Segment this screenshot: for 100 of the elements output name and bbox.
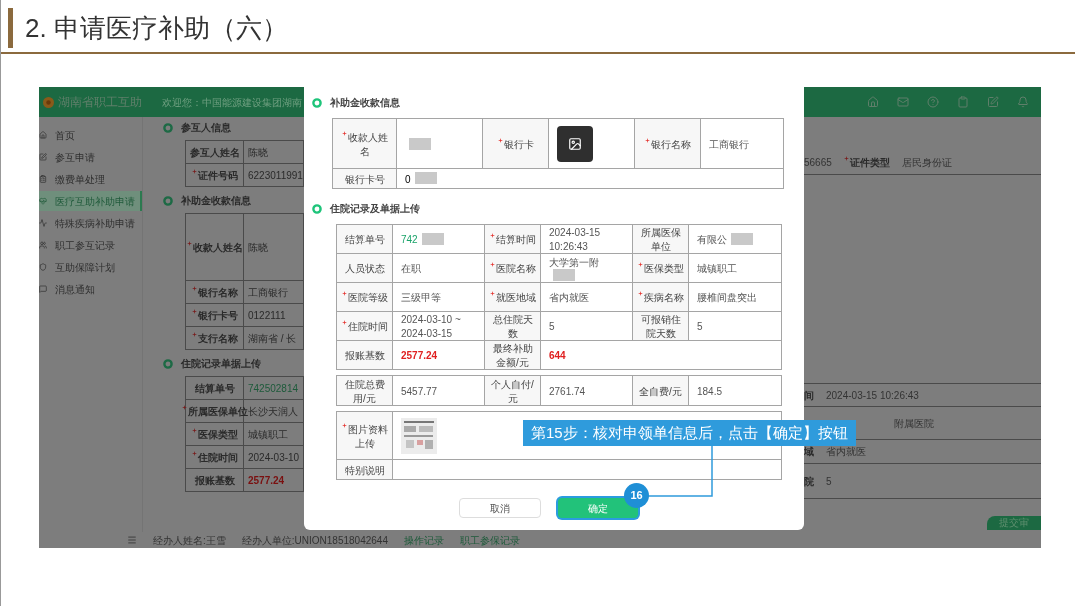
section-title: 住院记录及单据上传 [330,202,420,216]
required-icon [489,291,495,296]
field-value: 工商银行 [248,285,288,300]
field-label: 医保类型 [637,263,684,274]
section-dot-icon [312,97,322,108]
field-label: 可报销住院天数 [640,314,681,339]
required-icon [191,427,197,433]
required-icon [181,404,187,410]
field-label: 住院时间 [341,321,388,332]
sidebar-item[interactable]: 职工参互记录 [39,235,142,255]
welcome-text: 欢迎您：中国能源建设集团湖南 [162,95,302,110]
field-value: 742 [401,234,418,245]
confirm-button[interactable]: 确定 [558,498,638,518]
field-label: 参互人姓名 [189,145,240,160]
field-value: 184.5 [697,385,723,397]
title-accent-bar [8,8,13,48]
section-title: 补助金收款信息 [330,96,400,110]
field-label: 医院等级 [341,292,388,303]
field-value: 2761.74 [549,385,586,397]
field-label: 结算时间 [489,234,536,245]
sidebar-item[interactable]: 特殊疾病补助申请 [39,213,142,233]
field-value: 5457.77 [401,385,438,397]
required-icon [637,262,643,267]
section-title: 参互人信息 [181,121,231,135]
required-icon [341,130,347,136]
field-label: 银行卡号 [344,173,385,185]
field-value: 2024-03-10 [248,450,300,465]
required-icon [497,137,503,143]
card-image-thumbnail[interactable] [557,125,593,162]
footer-link[interactable]: 操作记录 [403,532,444,548]
section-dot-icon [163,122,173,133]
field-label: 个人自付/元 [491,378,534,404]
bell-icon[interactable] [1017,96,1029,108]
field-value: 在职 [401,263,421,274]
field-label: 银行名称 [191,284,238,300]
field-label: 银行名称 [644,138,691,150]
field-value: 城镇职工 [248,427,288,442]
field-label: 结算单号 [344,234,385,245]
field-label: 证件号码 [191,167,238,183]
field-label: 银行卡 [497,138,534,150]
section-dot-icon [163,358,173,369]
sidebar-item[interactable]: 参互申请 [39,147,142,167]
field-label: 间 [804,388,814,403]
sidebar-item[interactable]: 互助保障计划 [39,257,142,277]
field-value: 城镇职工 [697,263,737,274]
field-label: 域 [804,445,814,459]
field-value: 5 [697,321,703,332]
field-value: 陈晓 [248,240,268,255]
required-icon [186,240,192,246]
sidebar-item[interactable]: 首页 [39,125,142,145]
redaction-block [421,232,444,245]
emblem-icon [43,96,54,108]
field-value: 居民身份证 [901,156,952,170]
required-icon [843,156,849,161]
field-label: 报账基数 [344,350,385,361]
sidebar-item[interactable]: 缴费单处理 [39,169,142,189]
app-brand: 湖南省职工互助 [58,94,142,111]
field-label: 银行卡号 [191,307,238,323]
required-icon [191,450,197,456]
required-icon [191,168,197,174]
field-value: 0122111 [248,308,286,323]
field-label: 院 [804,474,814,489]
slide-title: 2. 申请医疗补助（六） [25,11,288,45]
redaction-block [414,172,437,185]
field-value: 56665 [804,156,832,170]
edit-icon[interactable] [987,96,999,108]
field-value: 6223011991 [248,168,303,183]
field-label: 医保类型 [191,426,238,442]
field-value: 742502814 [248,381,299,396]
field-label: 特别说明 [344,464,385,476]
sidebar-item[interactable]: 消息通知 [39,279,142,299]
field-label: 报账基数 [194,473,235,488]
section-title: 补助金收款信息 [181,194,251,208]
field-label: 总住院天数 [492,314,533,339]
field-label: 疾病名称 [637,292,684,303]
clipboard-icon[interactable] [957,96,969,108]
field-label: 就医地域 [489,292,536,303]
field-value: 陈晓 [248,145,268,160]
field-label: 最终补助金额/元 [492,343,533,368]
required-icon [341,422,347,428]
field-value: 2577.24 [248,473,285,488]
required-icon [191,308,197,314]
sidebar-item[interactable]: 医疗互助补助申请 [39,191,142,211]
field-label: 收款人姓名 [341,131,388,157]
cancel-button[interactable]: 取消 [459,498,541,518]
field-label: 住院时间 [191,449,238,465]
field-value: 644 [549,350,566,361]
required-icon [341,291,347,296]
required-icon [191,331,197,337]
footer-link[interactable]: 职工参保记录 [459,532,520,548]
field-value: 2024-03-15 10:26:43 [549,227,601,252]
field-label: 全自费/元 [639,385,682,397]
home-icon[interactable] [867,96,879,108]
required-icon [341,320,347,325]
field-value: 5 [549,321,555,332]
step-callout: 第15步：核对申领单信息后，点击【确定】按钮 [523,420,856,446]
mail-icon[interactable] [897,96,909,108]
help-icon[interactable] [927,96,939,108]
field-value: 大学第一附 [549,256,599,268]
field-value: 工商银行 [709,138,749,150]
